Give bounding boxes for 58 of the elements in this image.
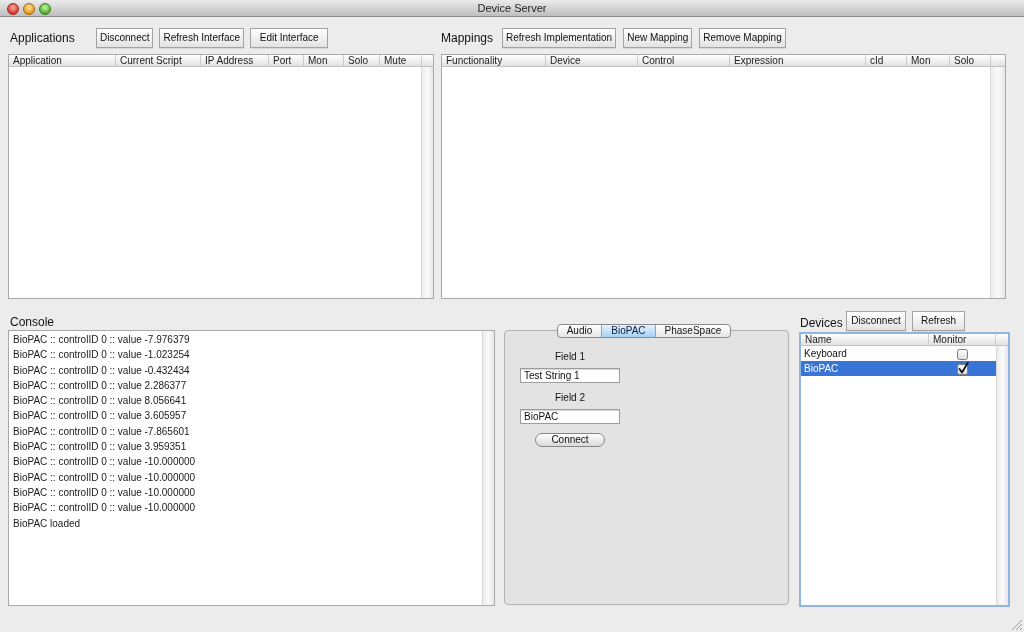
connect-button[interactable]: Connect	[535, 433, 605, 447]
console-line: BioPAC :: controlID 0 :: value 8.056641	[13, 394, 187, 409]
console-line: BioPAC :: controlID 0 :: value -10.000000	[13, 485, 196, 500]
tab[interactable]: PhaseSpace	[654, 325, 731, 337]
table-cell-text: Keyboard	[803, 347, 848, 361]
text-field[interactable]: BioPAC	[520, 409, 620, 424]
tab[interactable]: Audio	[557, 325, 602, 337]
console-line: BioPAC :: controlID 0 :: value -1.023254	[13, 348, 190, 363]
button[interactable]: Remove Mapping	[699, 27, 786, 48]
scrollbar-track[interactable]	[996, 346, 1008, 605]
button[interactable]: Refresh	[912, 311, 965, 331]
window-title: Device Server	[477, 1, 547, 16]
column-header: Control	[638, 55, 730, 67]
resize-grip-icon[interactable]	[1011, 619, 1022, 630]
console-line: BioPAC :: controlID 0 :: value -7.865601	[13, 424, 190, 439]
console-line: BioPAC loaded	[13, 516, 81, 531]
console-line: BioPAC :: controlID 0 :: value -10.000000	[13, 470, 196, 485]
column-header: Mon	[907, 55, 950, 67]
section-title: Console	[10, 315, 55, 329]
table-cell-text: BioPAC	[803, 362, 840, 376]
console-line: BioPAC :: controlID 0 :: value -10.000000	[13, 455, 196, 470]
minimize-icon[interactable]	[23, 2, 35, 15]
console-line: BioPAC :: controlID 0 :: value -10.000000	[13, 501, 196, 516]
console-line: BioPAC :: controlID 0 :: value 3.605957	[13, 409, 187, 424]
column-header: IP Address	[201, 55, 269, 67]
button[interactable]: Disconnect	[846, 311, 906, 331]
scrollbar-track[interactable]	[990, 67, 1005, 298]
scrollbar-track[interactable]	[482, 331, 494, 605]
button[interactable]: Refresh Interface	[159, 27, 245, 48]
table-row[interactable]: BioPAC	[801, 361, 996, 376]
column-header: Mon	[304, 55, 344, 67]
console-line: BioPAC :: controlID 0 :: value 2.286377	[13, 378, 187, 393]
section-title: Applications	[10, 30, 76, 45]
console-line: BioPAC :: controlID 0 :: value -7.976379	[13, 333, 190, 347]
field-label: Field 2	[555, 391, 585, 405]
column-header: Device	[546, 55, 638, 67]
column-header: Port	[269, 55, 304, 67]
column-header: Application	[9, 55, 116, 67]
console-line: BioPAC :: controlID 0 :: value 3.959351	[13, 440, 187, 455]
field-label: Field 1	[555, 350, 585, 364]
checkbox[interactable]	[957, 347, 969, 360]
checkbox[interactable]	[957, 362, 969, 375]
column-header: Expression	[730, 55, 866, 67]
button[interactable]: Edit Interface	[250, 27, 329, 48]
scrollbar-track[interactable]	[421, 67, 433, 298]
column-header: Functionality	[442, 55, 546, 67]
close-icon[interactable]	[7, 2, 19, 15]
section-title: Mappings	[441, 30, 495, 45]
zoom-icon[interactable]	[39, 2, 51, 15]
button[interactable]: New Mapping	[623, 27, 693, 48]
console-line: BioPAC :: controlID 0 :: value -0.432434	[13, 363, 190, 378]
button[interactable]: Refresh Implementation	[502, 27, 617, 48]
column-header: cId	[866, 55, 907, 67]
column-header: Solo	[344, 55, 380, 67]
text-field[interactable]: Test String 1	[520, 368, 620, 383]
button[interactable]: Disconnect	[96, 27, 154, 48]
tab[interactable]: BioPAC	[601, 325, 655, 337]
column-header: Current Script	[116, 55, 201, 67]
